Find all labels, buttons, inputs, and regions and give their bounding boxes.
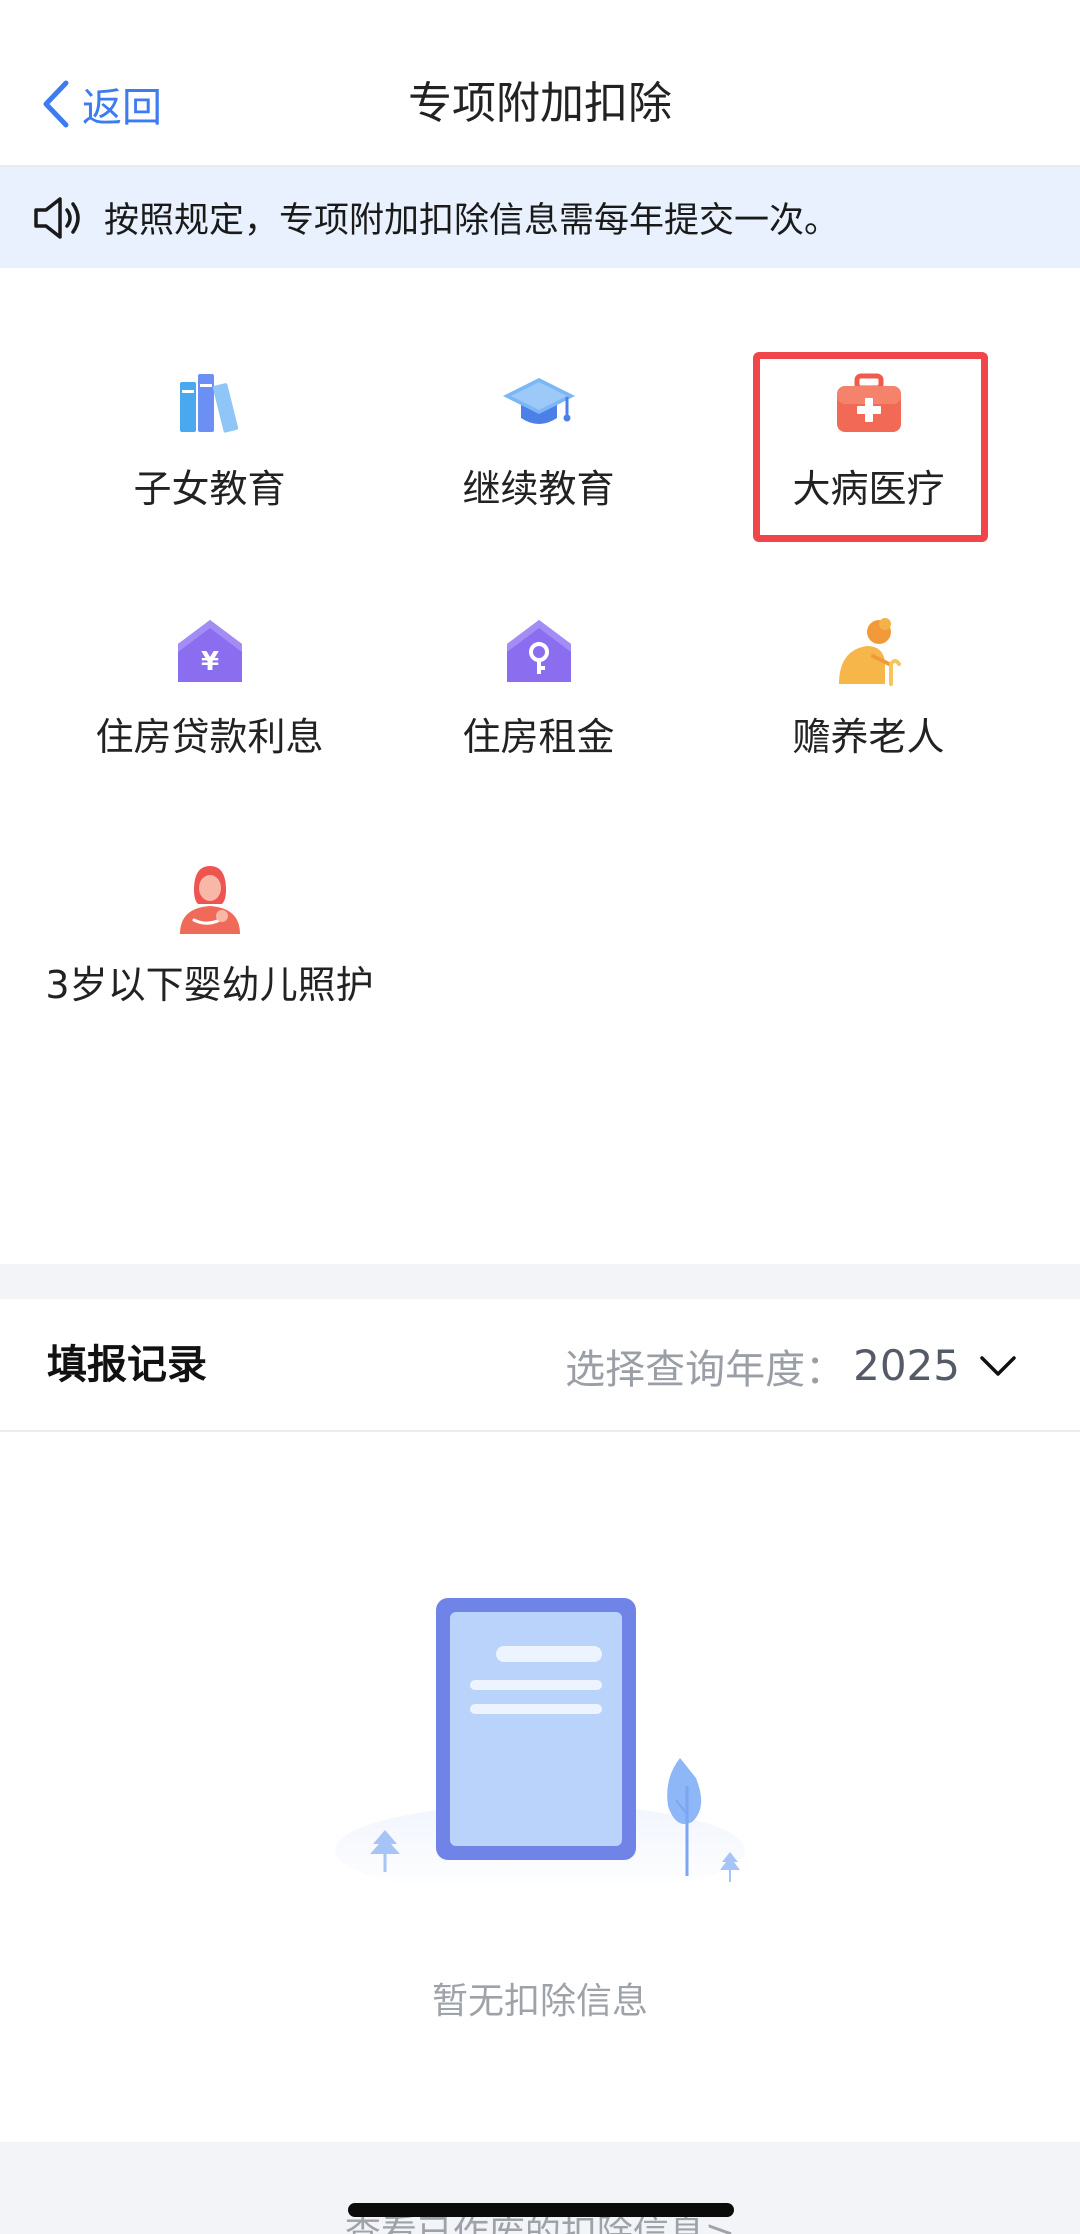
graduation-cap-icon [502,378,575,424]
year-selector[interactable]: 选择查询年度： 2025 [565,1299,1018,1432]
speaker-icon [34,196,80,239]
category-children-education[interactable]: 子女教育 [45,368,374,520]
empty-document-illustration [335,1598,745,1882]
house-yuan-icon: ¥ [177,620,242,682]
section-divider [0,1264,1080,1299]
records-header: 填报记录 选择查询年度： 2025 [0,1299,1080,1432]
category-label: 住房贷款利息 [95,715,324,759]
elderly-person-icon [838,618,901,686]
year-selector-value: 2025 [853,1341,960,1390]
notice-banner: 按照规定，专项附加扣除信息需每年提交一次。 [0,167,1080,268]
year-selector-label: 选择查询年度： [565,1346,846,1393]
category-label: 子女教育 [133,467,286,511]
category-elderly-support[interactable]: 赡养老人 [704,616,1033,768]
empty-state-text: 暂无扣除信息 [431,1981,648,2022]
nav-bar: 返回 专项附加扣除 [0,0,1080,167]
notice-text: 按照规定，专项附加扣除信息需每年提交一次。 [104,201,840,241]
chevron-down-icon [980,1355,1016,1376]
books-icon [179,374,238,433]
house-key-icon [506,620,571,682]
highlight-box [753,352,988,542]
category-label: 住房租金 [462,715,615,759]
category-label: 继续教育 [462,467,615,511]
category-housing-loan-interest[interactable]: ¥ 住房贷款利息 [45,616,374,768]
category-continuing-education[interactable]: 继续教育 [374,368,703,520]
svg-text:¥: ¥ [200,647,218,677]
bottom-section: 查看已作废的扣除信息> [0,2142,1080,2234]
mother-baby-icon [179,866,240,934]
category-label: 3岁以下婴幼儿照护 [45,963,374,1007]
deduction-category-grid: 子女教育 继续教育 大病医疗 ¥ 住房贷款利息 住房租金 赡养老人 3岁以下婴幼… [0,268,1080,1264]
category-infant-care[interactable]: 3岁以下婴幼儿照护 [45,864,374,1016]
records-title: 填报记录 [47,1342,207,1388]
category-housing-rent[interactable]: 住房租金 [374,616,703,768]
empty-state: 暂无扣除信息 [0,1432,1080,2142]
category-label: 赡养老人 [792,715,945,759]
home-indicator [348,2203,734,2217]
page-title: 专项附加扣除 [408,78,672,129]
